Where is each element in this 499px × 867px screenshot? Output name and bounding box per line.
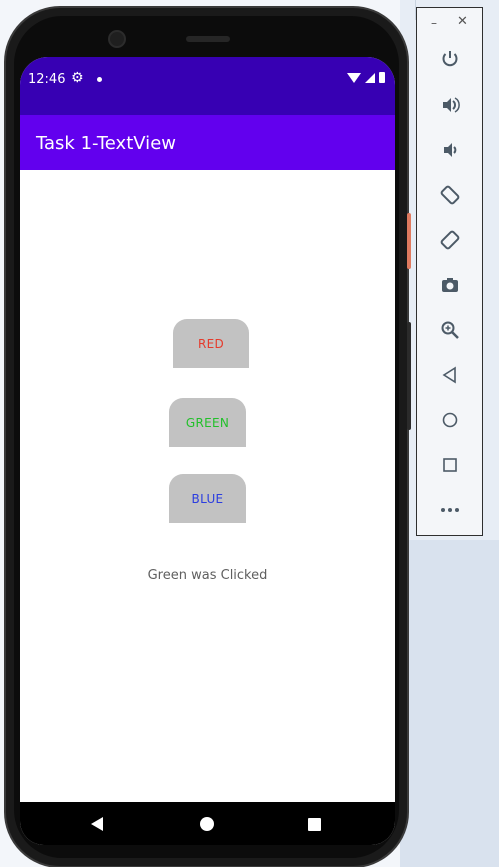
- volume-down-icon[interactable]: [435, 135, 465, 165]
- volume-up-icon[interactable]: [435, 90, 465, 120]
- battery-icon: [379, 72, 385, 83]
- gear-icon: ⚙: [71, 70, 84, 86]
- earpiece-speaker: [186, 36, 230, 42]
- camera-icon[interactable]: [435, 270, 465, 300]
- signal-icon: [365, 72, 375, 83]
- green-button[interactable]: GREEN: [169, 398, 246, 447]
- wifi-icon: [347, 72, 361, 83]
- zoom-icon[interactable]: [435, 315, 465, 345]
- app-bar: Task 1-TextView: [20, 115, 395, 170]
- nav-back-icon[interactable]: [91, 817, 103, 831]
- power-icon[interactable]: [435, 44, 465, 74]
- status-bar: 12:46 ⚙: [20, 57, 395, 115]
- close-icon[interactable]: ✕: [457, 14, 468, 29]
- result-textview: Green was Clicked: [147, 568, 268, 583]
- status-icons: [347, 72, 385, 83]
- nav-recents-icon[interactable]: [308, 818, 321, 831]
- device-screen: 12:46 ⚙ Task 1-TextView RED GREEN BLUE G…: [20, 57, 395, 845]
- front-camera-icon: [108, 30, 126, 48]
- more-icon[interactable]: [435, 495, 465, 525]
- volume-side-button[interactable]: [407, 322, 411, 430]
- minimize-icon[interactable]: –: [431, 16, 437, 30]
- red-button[interactable]: RED: [173, 319, 249, 368]
- blue-button[interactable]: BLUE: [169, 474, 246, 523]
- nav-home-icon[interactable]: [200, 817, 214, 831]
- navigation-bar: [20, 802, 395, 845]
- power-side-button[interactable]: [407, 213, 411, 269]
- status-time: 12:46: [28, 72, 66, 87]
- home-icon[interactable]: [435, 405, 465, 435]
- back-icon[interactable]: [435, 360, 465, 390]
- desktop-background-lower: [400, 540, 499, 867]
- overview-icon[interactable]: [435, 450, 465, 480]
- rotate-left-icon[interactable]: [435, 180, 465, 210]
- red-button-label: RED: [197, 336, 225, 351]
- notification-dot-icon: [97, 77, 102, 82]
- emulator-toolbar: – ✕: [416, 7, 483, 536]
- rotate-right-icon[interactable]: [435, 225, 465, 255]
- green-button-label: GREEN: [185, 415, 230, 430]
- toolbar-window-controls: – ✕: [417, 14, 484, 32]
- page-title: Task 1-TextView: [36, 133, 176, 154]
- blue-button-label: BLUE: [191, 491, 224, 506]
